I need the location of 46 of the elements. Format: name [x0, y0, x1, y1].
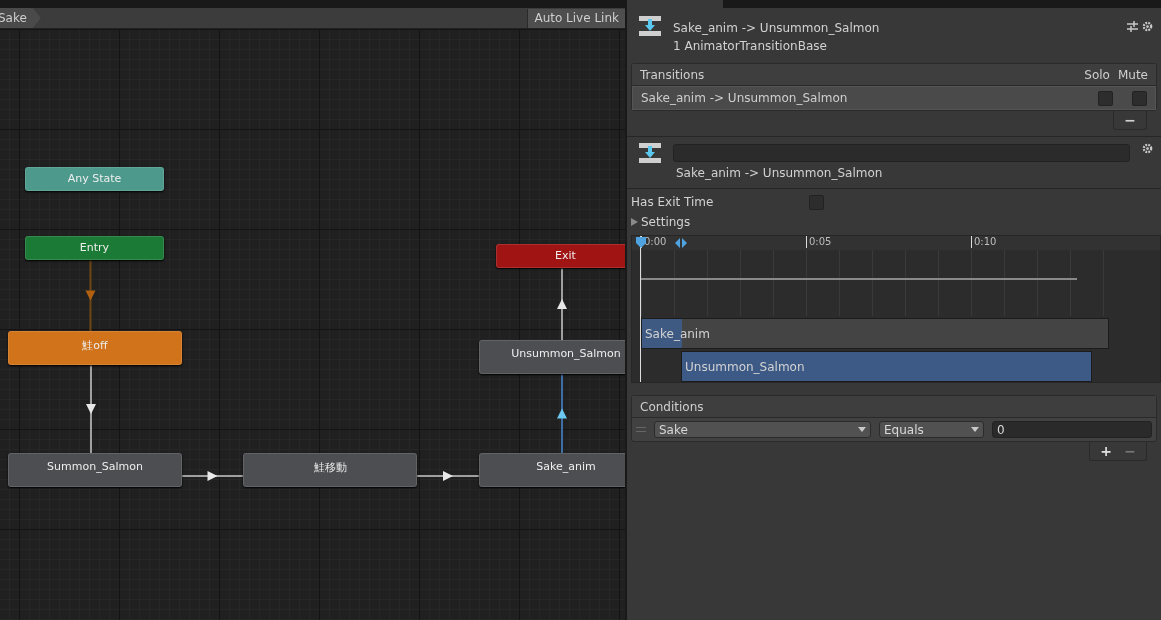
state-node[interactable]: 鮭移動	[243, 453, 417, 487]
settings-icon[interactable]	[1142, 21, 1153, 32]
column-header: Mute	[1117, 67, 1148, 82]
transition-arrow[interactable]	[181, 471, 244, 481]
marker-icon[interactable]	[675, 237, 687, 249]
marker-icon[interactable]	[635, 237, 647, 249]
transition-icon	[639, 143, 661, 163]
transition-arrow[interactable]	[557, 373, 567, 454]
parameter-dropdown[interactable]: Sake	[654, 421, 871, 438]
settings-icon[interactable]	[1142, 143, 1153, 154]
time-label: 0:10	[971, 236, 997, 248]
clip-bar[interactable]: Sake_anim	[641, 318, 1109, 349]
inspector-subtitle: 1 AnimatorTransitionBase	[673, 39, 828, 53]
caret-icon	[858, 427, 866, 432]
mode-dropdown[interactable]: Equals	[879, 421, 984, 438]
settings-foldout[interactable]: Settings	[627, 212, 1161, 232]
transition-name: Sake_anim -> Unsummon_Salmon	[641, 91, 849, 105]
inspector-title: Sake_anim -> Unsummon_Salmon	[673, 21, 881, 35]
transition-arrow[interactable]	[86, 364, 96, 454]
state-node[interactable]: Any State	[25, 167, 164, 191]
triangle-icon	[631, 218, 638, 226]
has-exit-time-label: Has Exit Time	[631, 195, 715, 209]
caret-icon	[971, 427, 979, 432]
state-node[interactable]: Summon_Salmon	[8, 453, 182, 487]
transition-label: Sake_anim -> Unsummon_Salmon	[676, 166, 884, 180]
state-node[interactable]: Sake_anim	[479, 453, 625, 487]
state-node[interactable]: 鮭off	[8, 331, 182, 365]
auto-live-link-button[interactable]: Auto Live Link	[527, 8, 625, 28]
state-node[interactable]: Exit	[496, 244, 625, 268]
state-node[interactable]: Entry	[25, 236, 164, 260]
transition-icon	[639, 16, 661, 36]
transition-row[interactable]: Sake_anim -> Unsummon_Salmon	[632, 86, 1156, 110]
clip-bar[interactable]: Unsummon_Salmon	[681, 351, 1092, 382]
column-header: Solo	[1084, 67, 1110, 82]
conditions-header: Conditions	[640, 399, 705, 414]
mute-checkbox[interactable]	[1132, 90, 1147, 106]
value-field[interactable]: 0	[992, 421, 1152, 438]
add-button[interactable]: +	[1094, 442, 1118, 460]
drag-handle-icon[interactable]	[636, 427, 646, 432]
transitions-header: Transitions	[640, 67, 706, 82]
transition-arrow[interactable]	[557, 267, 567, 341]
state-node[interactable]: Unsummon_Salmon	[479, 340, 625, 374]
sliders-icon[interactable]	[1127, 21, 1138, 32]
time-label: 0:05	[806, 236, 832, 248]
solo-checkbox[interactable]	[1098, 90, 1113, 106]
transition-arrow[interactable]	[416, 471, 480, 481]
